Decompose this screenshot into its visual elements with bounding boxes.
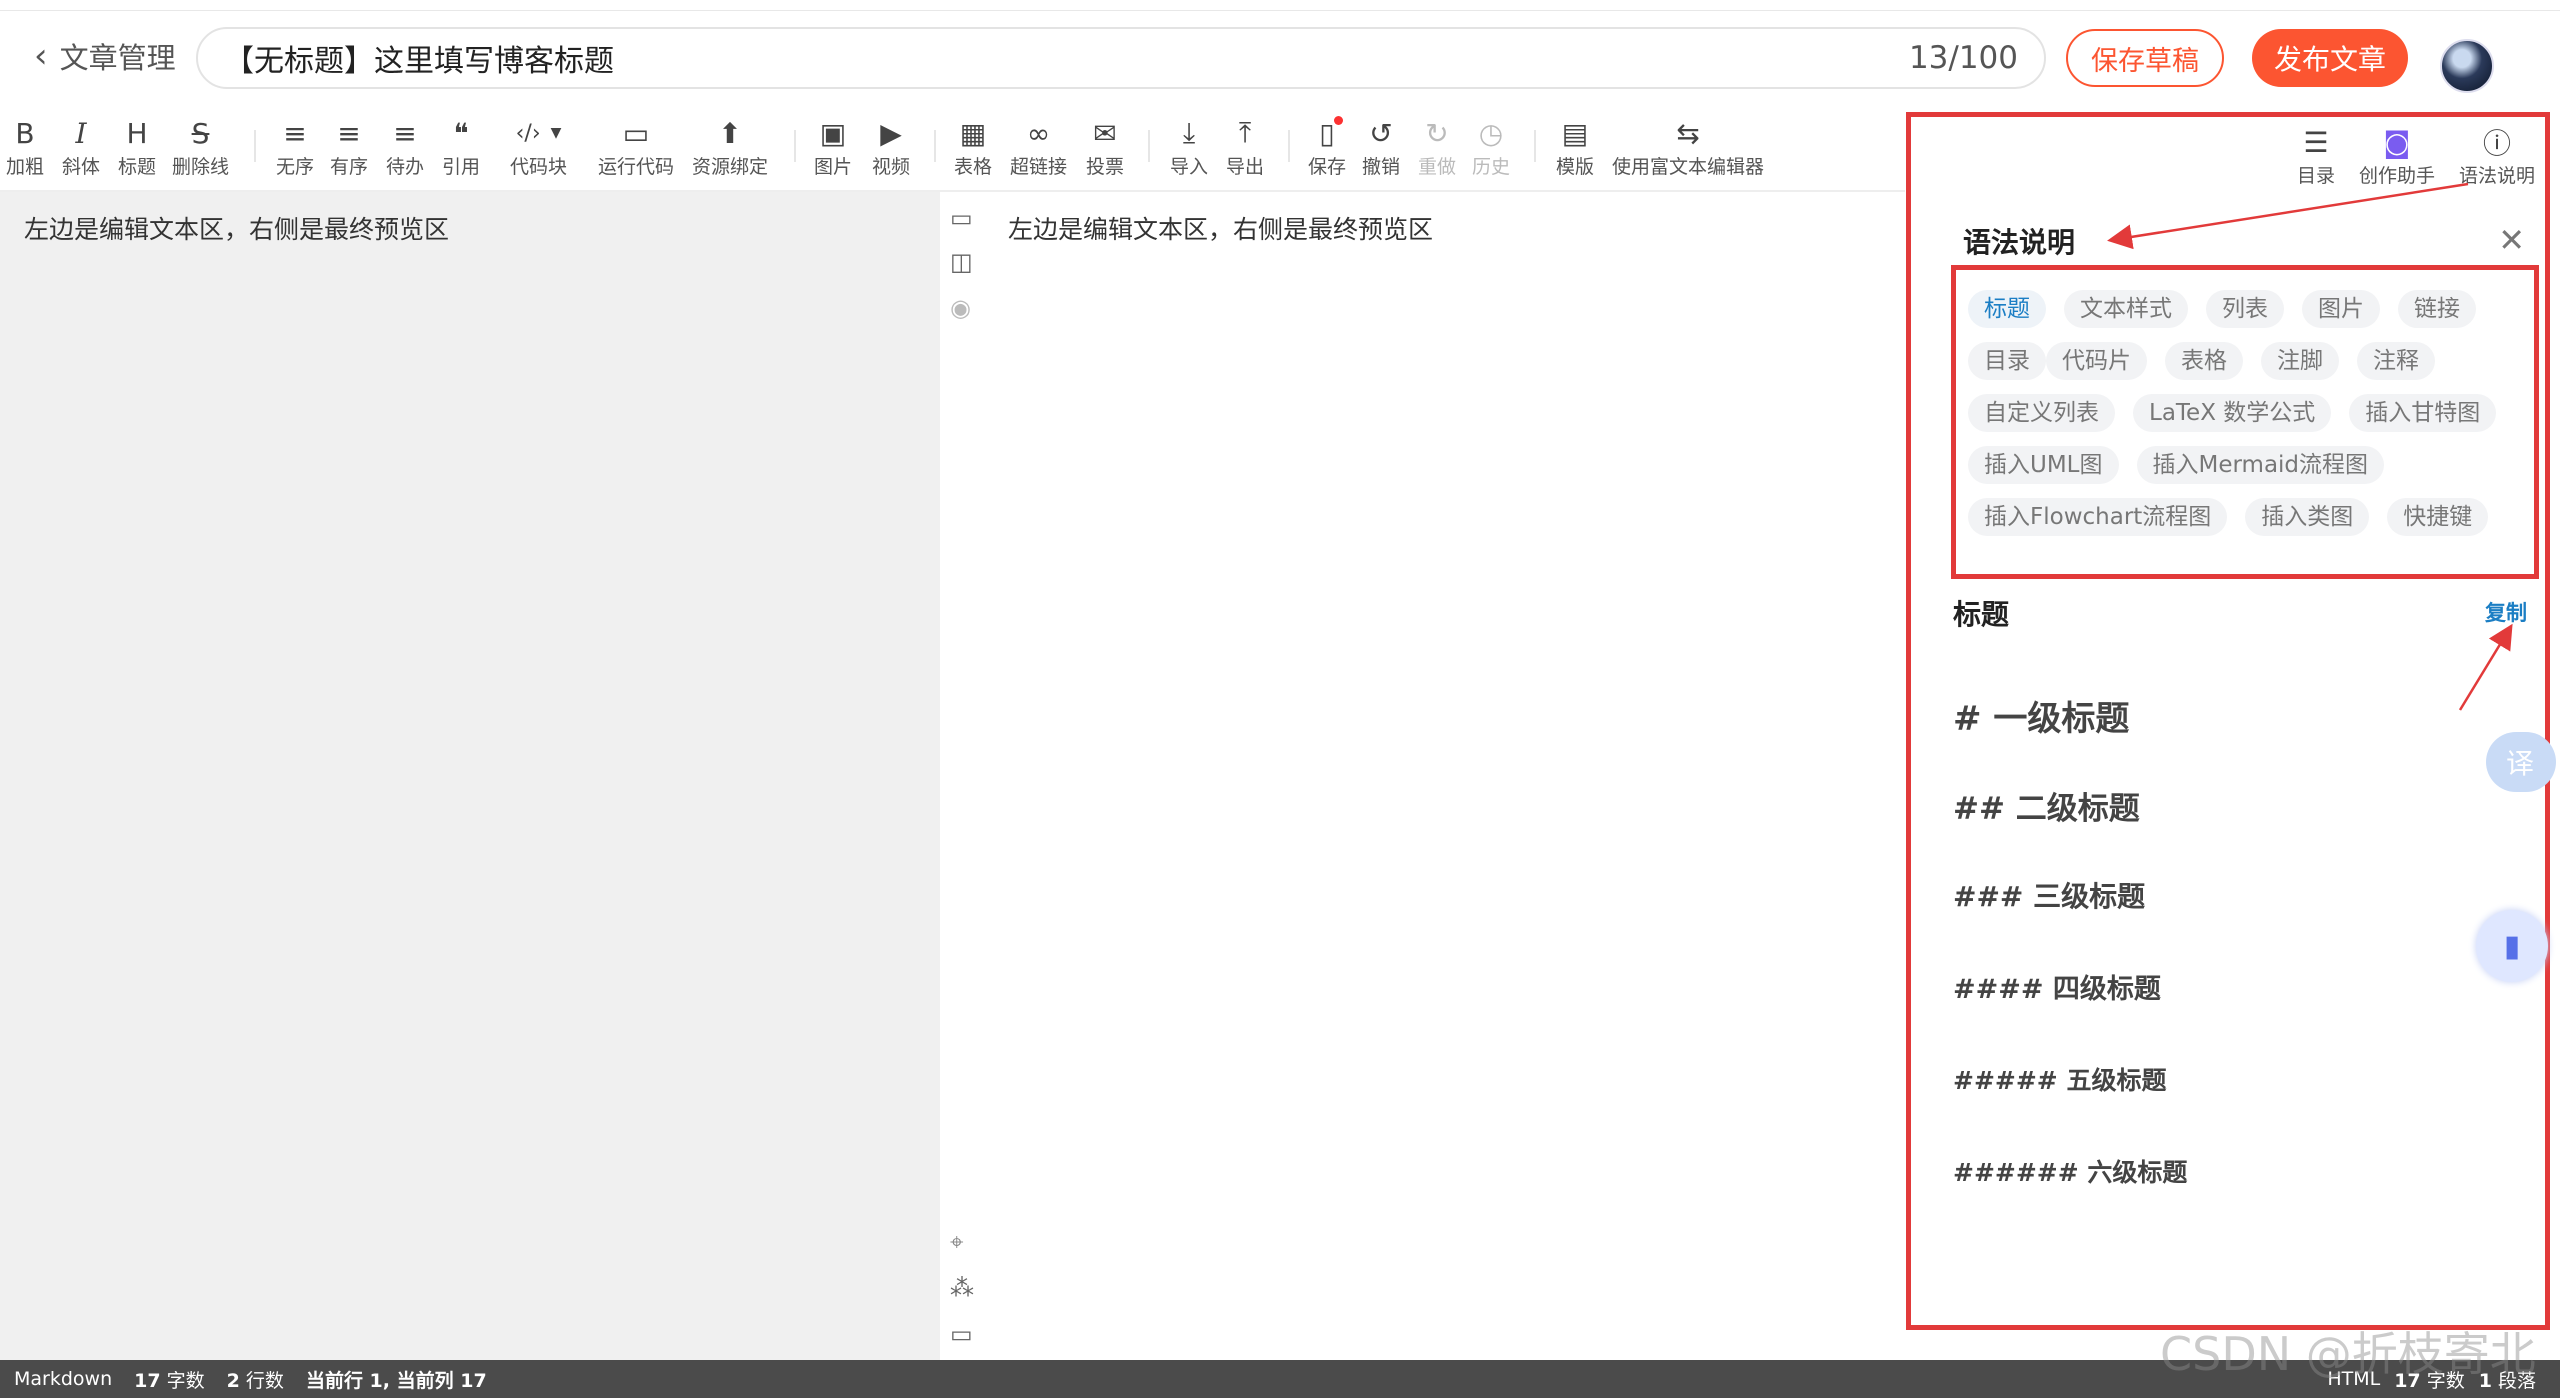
status-lines-unit: 行数: [245, 1369, 284, 1392]
arrow-to-copy: [2458, 623, 2513, 711]
assistant-float-icon[interactable]: ▮: [2476, 910, 2548, 982]
annotation-arrows: [2107, 182, 2513, 711]
status-chars-unit: 字数: [166, 1369, 205, 1392]
watermark: CSDN @折枝寄北: [2160, 1327, 2536, 1381]
translate-float-button[interactable]: 译: [2486, 732, 2556, 792]
status-lines: 2: [226, 1369, 240, 1392]
status-line-count: 2 行数: [227, 1366, 284, 1393]
status-chars: 17: [134, 1369, 161, 1392]
status-char-count: 17 字数: [134, 1366, 205, 1393]
status-mode: Markdown: [14, 1368, 113, 1390]
arrow-to-title: [2107, 182, 2469, 250]
status-cursor: 当前行 1, 当前列 17: [305, 1369, 487, 1392]
markdown-editor-page: ‹ 文章管理 【无标题】这里填写博客标题 13/100 保存草稿 发布文章 B …: [0, 0, 2560, 1398]
